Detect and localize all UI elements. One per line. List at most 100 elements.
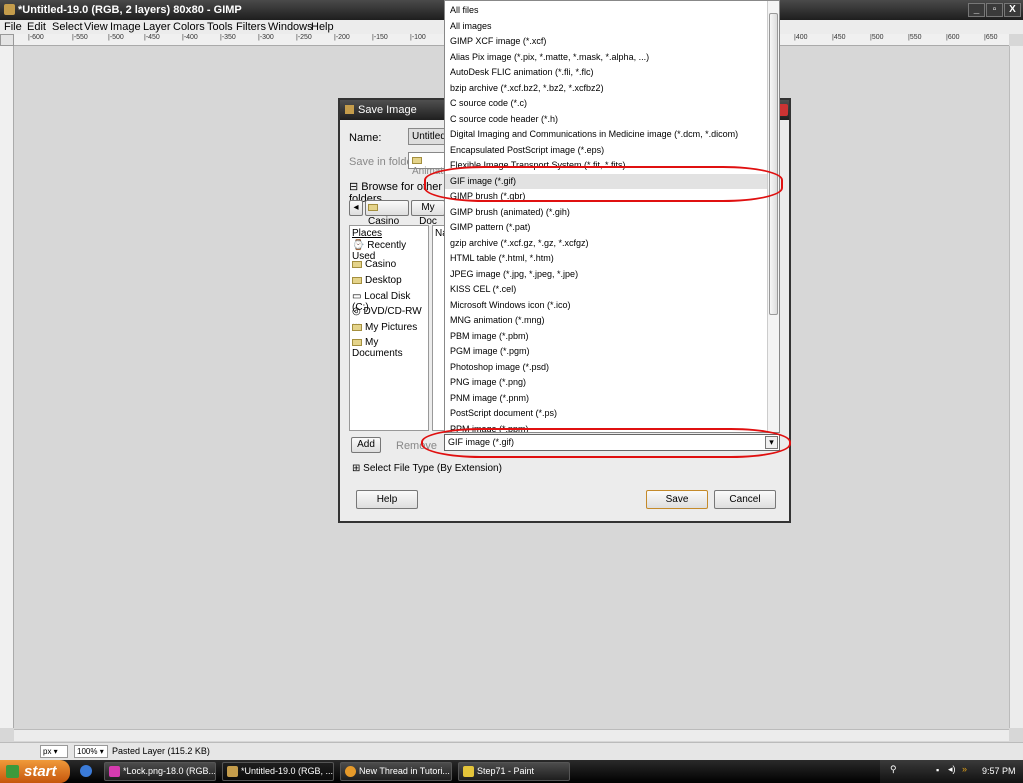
file-type-option[interactable]: PostScript document (*.ps) xyxy=(445,406,767,421)
place-desktop[interactable]: Desktop xyxy=(352,275,426,286)
file-type-option[interactable]: HTML table (*.html, *.htm) xyxy=(445,251,767,266)
tray-arrow-icon[interactable]: » xyxy=(962,764,967,774)
vertical-scrollbar[interactable] xyxy=(1009,46,1023,728)
file-type-option[interactable]: GIMP XCF image (*.xcf) xyxy=(445,34,767,49)
ruler-tick-label: |-450 xyxy=(144,34,160,41)
file-type-option[interactable]: Encapsulated PostScript image (*.eps) xyxy=(445,143,767,158)
file-type-option[interactable]: bzip archive (*.xcf.bz2, *.bz2, *.xcfbz2… xyxy=(445,81,767,96)
taskbar-item-paint[interactable]: Step71 - Paint xyxy=(458,762,570,781)
file-type-option[interactable]: AutoDesk FLIC animation (*.fli, *.flc) xyxy=(445,65,767,80)
browser-quicklaunch-icon[interactable] xyxy=(80,765,92,777)
path-back-button[interactable]: ◂ xyxy=(349,200,363,216)
folder-icon xyxy=(352,338,362,346)
taskbar-item-untitled[interactable]: *Untitled-19.0 (RGB, ... xyxy=(222,762,334,781)
file-type-option[interactable]: JPEG image (*.jpg, *.jpeg, *.jpe) xyxy=(445,267,767,282)
ruler-tick-label: |-500 xyxy=(108,34,124,41)
folder-icon xyxy=(352,276,362,284)
clock-icon: ⌚ xyxy=(352,240,368,251)
window-title: *Untitled-19.0 (RGB, 2 layers) 80x80 - G… xyxy=(18,4,242,16)
save-in-folder-combo[interactable]: Animati xyxy=(408,152,448,177)
ruler-tick-label: |-400 xyxy=(182,34,198,41)
select-file-type-expander[interactable]: ⊞ Select File Type (By Extension) xyxy=(352,463,502,474)
menu-filters[interactable]: Filters xyxy=(236,21,266,33)
taskbar: start *Lock.png-18.0 (RGB... *Untitled-1… xyxy=(0,760,1023,783)
path-button-casino[interactable]: Casino xyxy=(365,200,409,227)
file-type-option[interactable]: KISS CEL (*.cel) xyxy=(445,282,767,297)
menu-help[interactable]: Help xyxy=(311,21,334,33)
folder-icon xyxy=(352,260,362,268)
folder-icon xyxy=(368,203,378,211)
task-label: Step71 - Paint xyxy=(477,766,535,776)
file-type-option[interactable]: Photoshop image (*.psd) xyxy=(445,360,767,375)
filename-input[interactable]: Untitled xyxy=(408,128,448,145)
paint-icon xyxy=(463,766,474,777)
start-button[interactable]: start xyxy=(0,760,70,783)
file-type-option[interactable]: PBM image (*.pbm) xyxy=(445,329,767,344)
tray-app-icon[interactable]: ⚲ xyxy=(890,764,897,775)
menu-edit[interactable]: Edit xyxy=(27,21,46,33)
restore-button[interactable]: ▫ xyxy=(986,3,1003,17)
ruler-corner-button[interactable] xyxy=(0,34,14,46)
task-label: *Lock.png-18.0 (RGB... xyxy=(123,766,216,776)
file-type-option[interactable]: Digital Imaging and Communications in Me… xyxy=(445,127,767,142)
menu-select[interactable]: Select xyxy=(52,21,83,33)
zoom-value: 100% xyxy=(77,747,98,756)
menu-windows[interactable]: Windows xyxy=(268,21,313,33)
file-type-option[interactable]: All files xyxy=(445,3,767,18)
ruler-tick-label: |-250 xyxy=(296,34,312,41)
file-type-option[interactable]: MNG animation (*.mng) xyxy=(445,313,767,328)
ruler-tick-label: |-300 xyxy=(258,34,274,41)
place-casino[interactable]: Casino xyxy=(352,259,426,270)
file-type-dropdown-list[interactable]: PPM image (*.ppm) PostScript document (*.… xyxy=(444,0,780,433)
file-type-option[interactable]: PGM image (*.pgm) xyxy=(445,344,767,359)
place-my-documents[interactable]: My Documents xyxy=(352,337,426,359)
cancel-button[interactable]: Cancel xyxy=(714,490,776,509)
file-type-option[interactable]: GIMP brush (animated) (*.gih) xyxy=(445,205,767,220)
disc-icon: ◎ xyxy=(352,306,364,317)
dropdown-scroll-thumb[interactable] xyxy=(769,13,778,315)
folder-icon xyxy=(352,323,362,331)
help-button[interactable]: Help xyxy=(356,490,418,509)
highlight-ring-file-type-combo xyxy=(421,428,791,458)
save-button[interactable]: Save xyxy=(646,490,708,509)
image-icon xyxy=(109,766,120,777)
add-bookmark-button[interactable]: Add xyxy=(351,437,381,453)
taskbar-item-lock[interactable]: *Lock.png-18.0 (RGB... xyxy=(104,762,216,781)
place-label: My Pictures xyxy=(365,322,418,333)
place-my-pictures[interactable]: My Pictures xyxy=(352,322,426,333)
file-type-option[interactable]: Alias Pix image (*.pix, *.matte, *.mask,… xyxy=(445,50,767,65)
file-type-option[interactable]: C source code (*.c) xyxy=(445,96,767,111)
menu-layer[interactable]: Layer xyxy=(143,21,171,33)
network-icon[interactable]: ▪ xyxy=(936,765,939,775)
select-file-type-label: Select File Type (By Extension) xyxy=(363,463,502,474)
file-type-option[interactable]: All images xyxy=(445,19,767,34)
ruler-tick-label: |-350 xyxy=(220,34,236,41)
menu-view[interactable]: View xyxy=(84,21,108,33)
menu-colors[interactable]: Colors xyxy=(173,21,205,33)
windows-flag-icon xyxy=(6,765,19,778)
file-type-option[interactable]: GIMP pattern (*.pat) xyxy=(445,220,767,235)
ruler-tick-label: |-600 xyxy=(28,34,44,41)
folder-icon xyxy=(412,156,422,164)
horizontal-scrollbar[interactable] xyxy=(14,729,1009,741)
browser-icon xyxy=(345,766,356,777)
path-button-my-documents[interactable]: My Doc xyxy=(411,200,445,227)
taskbar-item-new-thread[interactable]: New Thread in Tutori... xyxy=(340,762,452,781)
zoom-selector[interactable]: 100% ▾ xyxy=(74,745,108,758)
file-type-option[interactable]: PNM image (*.pnm) xyxy=(445,391,767,406)
ruler-tick-label: |400 xyxy=(794,34,808,41)
menu-image[interactable]: Image xyxy=(110,21,141,33)
file-type-option[interactable]: C source code header (*.h) xyxy=(445,112,767,127)
menu-tools[interactable]: Tools xyxy=(207,21,233,33)
places-header: Places xyxy=(352,228,383,239)
minimize-button[interactable]: _ xyxy=(968,3,985,17)
file-type-option[interactable]: PNG image (*.png) xyxy=(445,375,767,390)
clock[interactable]: 9:57 PM xyxy=(982,766,1016,776)
expander-icon: ⊟ xyxy=(349,181,362,193)
file-type-option[interactable]: gzip archive (*.xcf.gz, *.gz, *.xcfgz) xyxy=(445,236,767,251)
unit-selector[interactable]: px ▾ xyxy=(40,745,68,758)
volume-icon[interactable]: ◂) xyxy=(948,764,956,775)
close-window-button[interactable]: X xyxy=(1004,3,1021,17)
file-type-option[interactable]: Microsoft Windows icon (*.ico) xyxy=(445,298,767,313)
menu-file[interactable]: File xyxy=(4,21,22,33)
